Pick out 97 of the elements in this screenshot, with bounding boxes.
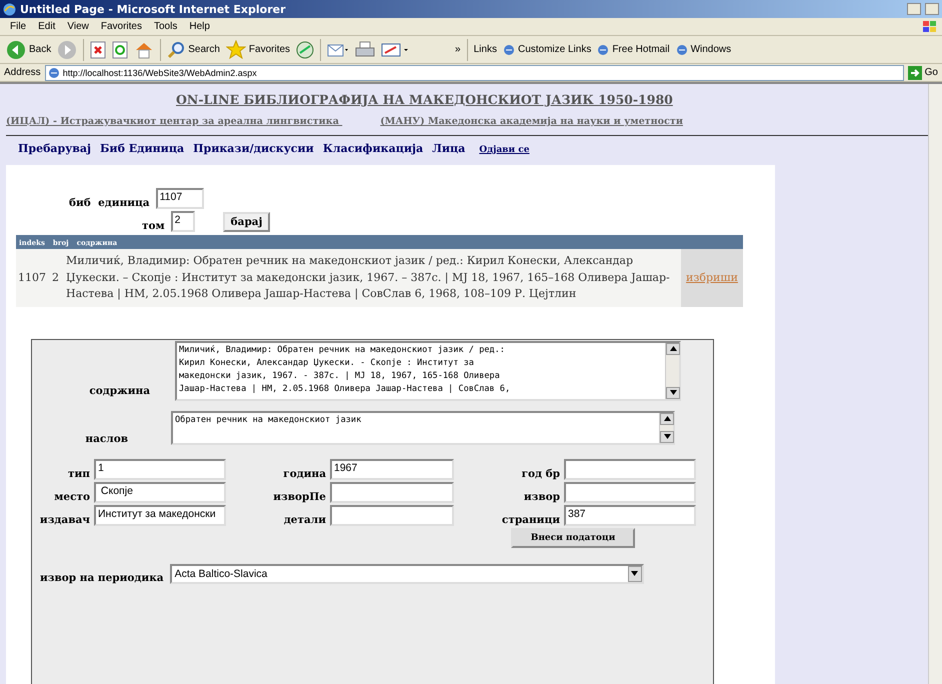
search-button[interactable]: барај (222, 212, 270, 232)
down-arrow-icon (664, 434, 670, 439)
text-field[interactable] (330, 482, 454, 502)
edit-icon (381, 42, 410, 58)
nav-link[interactable]: Лица (432, 142, 466, 155)
scrollbar[interactable] (928, 84, 942, 684)
site-title-link[interactable]: ON-LINE БИБЛИОГРАФИЈА НА МАКЕДОНСКИОТ ЈАЗИК 1950-1980 (176, 92, 928, 107)
search-button[interactable]: Search (167, 40, 220, 58)
up-arrow-icon (664, 416, 670, 421)
submit-button[interactable]: Внеси податоци (511, 528, 635, 548)
page-icon (597, 44, 610, 56)
down-arrow-icon (631, 571, 638, 576)
text-field[interactable] (564, 458, 696, 480)
nav-link[interactable]: Биб Единица (100, 142, 184, 155)
media-icon (296, 40, 314, 58)
maximize-button[interactable] (925, 3, 939, 15)
text-field[interactable]: 1 (94, 458, 226, 480)
volume-label: том (142, 220, 165, 232)
go-arrow-icon (908, 66, 922, 80)
nav-link[interactable]: Прикази/дискусии (193, 142, 314, 155)
text-field[interactable]: 1967 (330, 458, 454, 480)
menu-item[interactable]: Edit (38, 21, 56, 32)
mail-button[interactable] (327, 42, 350, 58)
periodical-label: извор на периодика (40, 572, 164, 584)
stop-icon (90, 40, 106, 58)
star-icon (226, 40, 246, 59)
content-label: содржина (88, 384, 150, 396)
scroll-down-button[interactable] (660, 430, 674, 442)
table-cell-text: 2 (51, 270, 60, 286)
unit-label: биб единица (69, 197, 150, 209)
scroll-down-button[interactable] (628, 566, 642, 582)
down-arrow-icon (670, 390, 676, 395)
menu-item[interactable]: Tools (154, 21, 178, 32)
edit-button[interactable] (381, 42, 410, 58)
nav-link[interactable]: Одјави се (479, 145, 530, 155)
text-field[interactable]: Скопје (94, 482, 226, 502)
title-textarea[interactable]: Обратен речник на македонскиот јазик (171, 410, 675, 444)
favorites-button[interactable]: Favorites (226, 40, 290, 59)
address-field[interactable]: http://localhost:1136/WebSite3/WebAdmin2.aspx (44, 64, 904, 80)
link-button[interactable]: Customize Links (502, 44, 592, 56)
minimize-button[interactable] (907, 3, 921, 15)
chevron-button[interactable]: » (455, 44, 461, 55)
refresh-icon (112, 40, 128, 58)
menu-item[interactable]: Help (189, 21, 210, 32)
menu-item[interactable]: View (67, 21, 89, 32)
nav-link[interactable]: Пребарувај (18, 142, 92, 155)
scroll-down-button[interactable] (666, 386, 680, 398)
print-button[interactable] (355, 40, 376, 58)
text-field[interactable]: 387 (564, 504, 696, 526)
page-icon (502, 44, 515, 56)
title-label: наслов (84, 432, 128, 444)
menu-item[interactable]: File (10, 21, 26, 32)
table-cell-text: Миличиќ, Владимир: Обратен речник на македонскиот јазик / ред.: Кирил Конески, Александар Џукески. – Скопје : Институт за македонски јазик, 1967. – 387с. | МЈ 18, 1967, 165–168 Оливера Јашар-Настева | НМ, 2.05.1968 Оливера Јашар-Настева | СовСлав 6, 1968, 108–109 Р. Цејтлин (65, 253, 671, 302)
home-icon (134, 40, 154, 58)
table-cell-text: 1107 (17, 270, 47, 286)
links-label: Links (474, 44, 497, 55)
windows-logo-icon (922, 20, 938, 34)
field-label: тип (67, 468, 91, 480)
field-label: извор (522, 490, 561, 502)
field-label: изворПе (272, 490, 327, 502)
scroll-up-button[interactable] (660, 412, 674, 424)
academy-link[interactable]: (МАНУ) Македонска академија на науки и уметности (380, 115, 683, 129)
field-label: година (282, 468, 327, 480)
page-icon (48, 66, 60, 78)
address-label: Address (4, 67, 41, 78)
browser-icon (3, 2, 16, 16)
stop-button[interactable] (90, 40, 106, 58)
back-button[interactable]: Back (6, 40, 52, 60)
page-icon (676, 44, 688, 56)
content-textarea[interactable]: Миличиќ, Владимир: Обратен речник на македонскиот јазик / ред.: Кирил Конески, Александар Џукески. - Скопје : Институт за македонски јазик, 1967. - 387с. | МЈ 18, 1967, 165-168 Оливера Јашар-Настева | НМ, 2.05.1968 Оливера Јашар-Настева | СовСлав 6, (175, 340, 681, 400)
volume-field[interactable]: 2 (170, 211, 195, 232)
up-arrow-icon (670, 346, 676, 351)
refresh-button[interactable] (112, 40, 128, 58)
printer-icon (355, 40, 376, 58)
link-button[interactable]: Free Hotmail (597, 44, 670, 56)
search-icon (167, 40, 186, 58)
unit-field[interactable]: 1107 (156, 188, 204, 209)
field-label: издавач (38, 514, 91, 526)
text-field[interactable]: Институт за македонски (94, 504, 226, 526)
home-button[interactable] (134, 40, 154, 58)
go-button[interactable]: Go (908, 66, 938, 80)
field-label: год бр (520, 468, 561, 480)
field-label: страници (500, 514, 561, 526)
window-title: Untitled Page - Microsoft Internet Explorer (20, 2, 286, 16)
link-button[interactable]: Windows (676, 44, 732, 56)
field-label: детали (282, 514, 327, 526)
scroll-up-button[interactable] (666, 342, 680, 354)
field-label: место (53, 490, 91, 502)
menu-item[interactable]: Favorites (100, 21, 142, 32)
institute-link[interactable]: (ИЦАЛ) - Истражувачкиот центар за ареална лингвистика (6, 115, 342, 129)
media-button[interactable] (296, 40, 314, 58)
forward-button[interactable] (57, 40, 78, 60)
mail-icon (327, 42, 350, 58)
text-field[interactable] (564, 482, 696, 502)
nav-link[interactable]: Класификација (322, 142, 424, 155)
periodical-dropdown[interactable]: Acta Baltico-Slavica (170, 564, 644, 584)
text-field[interactable] (330, 504, 454, 526)
